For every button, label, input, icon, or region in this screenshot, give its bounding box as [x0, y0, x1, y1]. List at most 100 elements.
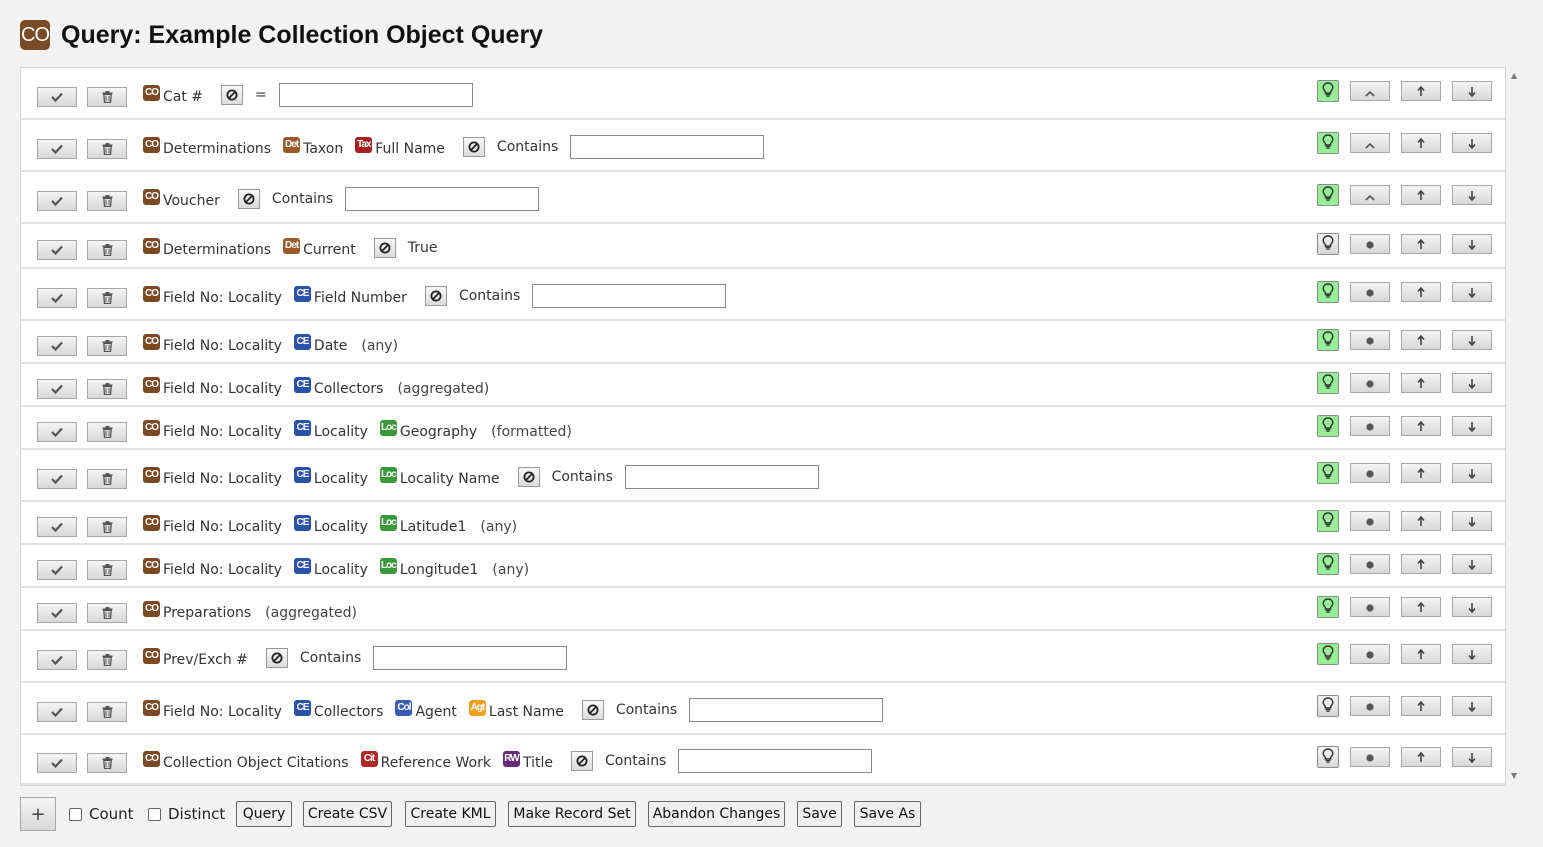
field-value-input[interactable]	[532, 284, 727, 308]
delete-field-button[interactable]	[87, 753, 127, 773]
sort-toggle[interactable]	[1350, 554, 1390, 574]
sort-toggle[interactable]	[1350, 463, 1390, 483]
delete-field-button[interactable]	[87, 603, 127, 623]
move-up-button[interactable]	[1401, 696, 1441, 716]
sort-toggle[interactable]	[1350, 282, 1390, 302]
display-toggle[interactable]	[1317, 553, 1339, 575]
count-checkbox[interactable]: Count	[69, 805, 134, 823]
field-value-input[interactable]	[278, 83, 473, 107]
delete-field-button[interactable]	[87, 422, 127, 442]
move-up-button[interactable]	[1401, 511, 1441, 531]
display-toggle[interactable]	[1317, 596, 1339, 618]
display-toggle[interactable]	[1317, 132, 1339, 154]
display-toggle[interactable]	[1317, 233, 1339, 255]
negate-toggle[interactable]	[265, 648, 288, 668]
apply-button[interactable]	[37, 336, 77, 356]
apply-button[interactable]	[37, 469, 77, 489]
apply-button[interactable]	[37, 603, 77, 623]
delete-field-button[interactable]	[87, 560, 127, 580]
negate-toggle[interactable]	[424, 286, 447, 306]
abandon-changes-button[interactable]: Abandon Changes	[648, 801, 785, 827]
delete-field-button[interactable]	[87, 336, 127, 356]
sort-toggle[interactable]	[1350, 597, 1390, 617]
display-toggle[interactable]	[1317, 462, 1339, 484]
apply-button[interactable]	[37, 650, 77, 670]
display-toggle[interactable]	[1317, 746, 1339, 768]
move-up-button[interactable]	[1401, 597, 1441, 617]
apply-button[interactable]	[37, 422, 77, 442]
negate-toggle[interactable]	[237, 189, 260, 209]
apply-button[interactable]	[37, 753, 77, 773]
delete-field-button[interactable]	[87, 87, 127, 107]
sort-toggle[interactable]	[1350, 373, 1390, 393]
delete-field-button[interactable]	[87, 517, 127, 537]
create-csv-button[interactable]: Create CSV	[303, 801, 392, 827]
move-down-button[interactable]	[1452, 81, 1492, 101]
delete-field-button[interactable]	[87, 288, 127, 308]
field-value-input[interactable]	[345, 187, 540, 211]
delete-field-button[interactable]	[87, 702, 127, 722]
field-value-input[interactable]	[678, 749, 873, 773]
apply-button[interactable]	[37, 702, 77, 722]
field-value-input[interactable]	[373, 646, 568, 670]
move-up-button[interactable]	[1401, 373, 1441, 393]
move-down-button[interactable]	[1452, 747, 1492, 767]
save-button[interactable]: Save	[797, 801, 842, 827]
display-toggle[interactable]	[1317, 510, 1339, 532]
move-down-button[interactable]	[1452, 234, 1492, 254]
move-up-button[interactable]	[1401, 81, 1441, 101]
negate-toggle[interactable]	[462, 137, 485, 157]
move-down-button[interactable]	[1452, 463, 1492, 483]
move-up-button[interactable]	[1401, 463, 1441, 483]
distinct-checkbox[interactable]: Distinct	[148, 805, 225, 823]
apply-button[interactable]	[37, 560, 77, 580]
sort-toggle[interactable]	[1350, 696, 1390, 716]
sort-toggle[interactable]	[1350, 644, 1390, 664]
move-down-button[interactable]	[1452, 416, 1492, 436]
sort-toggle[interactable]	[1350, 747, 1390, 767]
move-down-button[interactable]	[1452, 282, 1492, 302]
move-down-button[interactable]	[1452, 185, 1492, 205]
negate-toggle[interactable]	[221, 85, 244, 105]
delete-field-button[interactable]	[87, 139, 127, 159]
negate-toggle[interactable]	[373, 238, 396, 258]
field-value-input[interactable]	[570, 135, 765, 159]
sort-toggle[interactable]	[1350, 185, 1390, 205]
move-down-button[interactable]	[1452, 644, 1492, 664]
apply-button[interactable]	[37, 379, 77, 399]
delete-field-button[interactable]	[87, 191, 127, 211]
move-up-button[interactable]	[1401, 416, 1441, 436]
move-down-button[interactable]	[1452, 133, 1492, 153]
sort-toggle[interactable]	[1350, 81, 1390, 101]
delete-field-button[interactable]	[87, 379, 127, 399]
query-button[interactable]: Query	[236, 801, 292, 827]
display-toggle[interactable]	[1317, 184, 1339, 206]
move-up-button[interactable]	[1401, 234, 1441, 254]
scroll-up-icon[interactable]: ▲	[1511, 71, 1517, 80]
field-value-input[interactable]	[624, 465, 819, 489]
move-up-button[interactable]	[1401, 644, 1441, 664]
sort-toggle[interactable]	[1350, 511, 1390, 531]
delete-field-button[interactable]	[87, 650, 127, 670]
display-toggle[interactable]	[1317, 695, 1339, 717]
count-checkbox-box[interactable]	[69, 807, 82, 821]
display-toggle[interactable]	[1317, 372, 1339, 394]
display-toggle[interactable]	[1317, 80, 1339, 102]
display-toggle[interactable]	[1317, 329, 1339, 351]
move-up-button[interactable]	[1401, 330, 1441, 350]
apply-button[interactable]	[37, 191, 77, 211]
move-up-button[interactable]	[1401, 282, 1441, 302]
negate-toggle[interactable]	[581, 700, 604, 720]
scroll-down-icon[interactable]: ▼	[1511, 771, 1517, 780]
apply-button[interactable]	[37, 87, 77, 107]
move-up-button[interactable]	[1401, 133, 1441, 153]
apply-button[interactable]	[37, 240, 77, 260]
move-down-button[interactable]	[1452, 511, 1492, 531]
move-up-button[interactable]	[1401, 747, 1441, 767]
delete-field-button[interactable]	[87, 469, 127, 489]
display-toggle[interactable]	[1317, 643, 1339, 665]
apply-button[interactable]	[37, 288, 77, 308]
make-record-set-button[interactable]: Make Record Set	[508, 801, 636, 827]
move-down-button[interactable]	[1452, 554, 1492, 574]
sort-toggle[interactable]	[1350, 416, 1390, 436]
